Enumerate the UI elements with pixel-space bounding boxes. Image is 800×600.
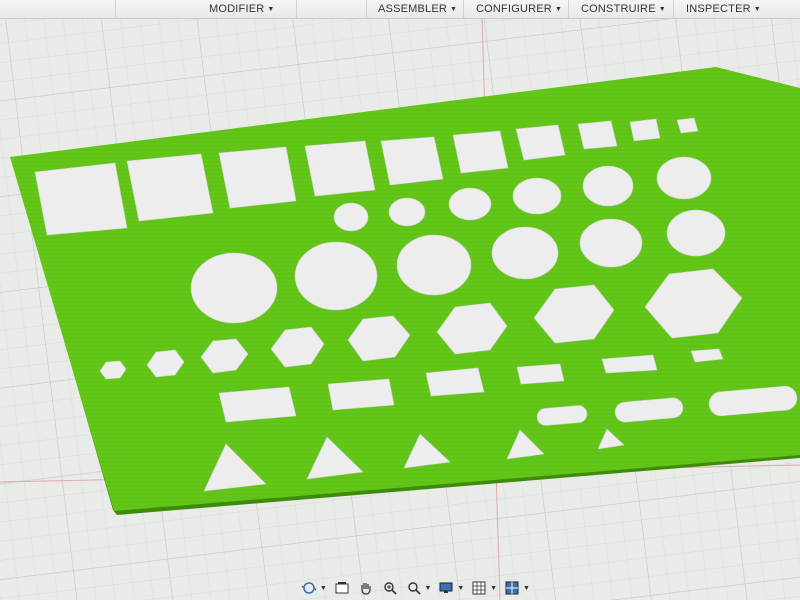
square-cutout [577,120,618,150]
circle-cutout [656,156,712,200]
circle-cutout [190,252,278,324]
square-cutout [218,146,297,209]
construct-menu-label: CONSTRUIRE [581,3,656,15]
pan-button[interactable] [357,578,375,598]
configure-menu-label: CONFIGURER [476,3,552,15]
grid-button[interactable] [470,578,488,598]
toolbar-separator [296,0,297,18]
square-cutout [126,153,214,222]
modify-menu[interactable]: MODIFIER ▼ [209,2,275,16]
circle-cutout [512,177,562,215]
circle-cutout [294,241,378,311]
navigation-bar: ▼ ▼ ▼ ▼ ▼ [300,576,530,600]
square-cutout [452,130,509,174]
toolbar-separator [463,0,464,18]
viewport-canvas[interactable] [0,18,800,600]
rectangle-cutout [516,363,565,385]
square-cutout [515,124,566,161]
circle-cutout [579,218,643,268]
orbit-icon [301,582,317,594]
square-cutout [676,117,699,134]
display-mode-button[interactable] [437,578,455,598]
fit-icon [407,582,421,595]
square-cutout [629,118,661,142]
rectangle-cutout [218,386,297,423]
chevron-down-icon: ▼ [753,5,761,13]
modify-menu-label: MODIFIER [209,3,265,15]
rectangle-cutout [327,378,395,411]
inspect-menu[interactable]: INSPECTER ▼ [686,2,761,16]
zoom-icon [383,582,397,595]
circle-cutout [333,202,369,232]
viewports-button[interactable] [503,578,521,598]
circle-cutout [396,234,472,296]
construct-menu[interactable]: CONSTRUIRE ▼ [581,2,666,16]
toolbar-separator [568,0,569,18]
chevron-down-icon: ▼ [450,5,458,13]
toolbar: MODIFIER ▼ ASSEMBLER ▼ CONFIGURER ▼ CONS… [0,0,800,19]
chevron-down-icon[interactable]: ▼ [424,585,431,592]
circle-cutout [666,209,726,257]
assemble-menu[interactable]: ASSEMBLER ▼ [378,2,457,16]
square-cutout [304,140,376,197]
chevron-down-icon: ▼ [658,5,666,13]
circle-cutout [388,197,426,227]
grid-icon [472,581,486,595]
look-at-button[interactable] [333,578,351,598]
circle-cutout [491,226,559,280]
circle-cutout [448,187,492,221]
chevron-down-icon[interactable]: ▼ [490,585,497,592]
inspect-menu-label: INSPECTER [686,3,751,15]
look-at-icon [335,582,349,594]
display-mode-icon [439,582,453,593]
chevron-down-icon: ▼ [267,5,275,13]
circle-cutout [582,165,634,207]
assemble-menu-label: ASSEMBLER [378,3,448,15]
square-cutout [380,136,444,186]
configure-menu[interactable]: CONFIGURER ▼ [476,2,562,16]
rectangle-cutout [425,367,485,397]
viewports-icon [505,581,519,595]
chevron-down-icon[interactable]: ▼ [523,585,530,592]
chevron-down-icon[interactable]: ▼ [457,585,464,592]
pan-icon [361,583,371,595]
toolbar-separator [366,0,367,18]
zoom-button[interactable] [381,578,399,598]
toolbar-separator [673,0,674,18]
toolbar-separator [115,0,116,18]
orbit-button[interactable] [300,578,318,598]
chevron-down-icon: ▼ [554,5,563,13]
square-cutout [34,162,128,236]
design-viewport[interactable] [0,18,800,600]
chevron-down-icon[interactable]: ▼ [320,585,327,592]
fit-button[interactable] [405,578,423,598]
